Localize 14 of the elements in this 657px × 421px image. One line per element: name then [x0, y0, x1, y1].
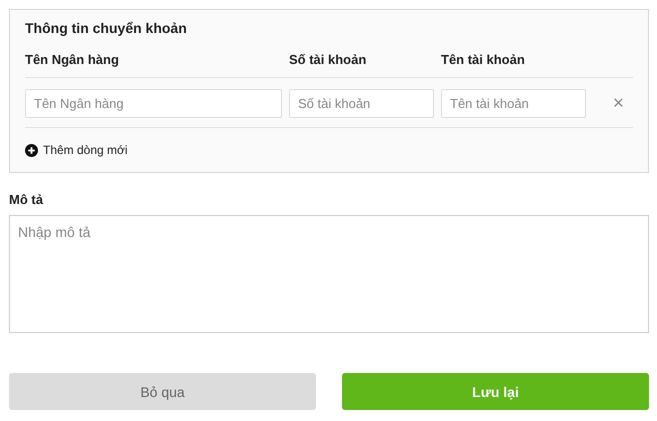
account-number-field[interactable]: Số tài khoản — [289, 89, 434, 118]
description-label: Mô tả — [9, 192, 44, 207]
description-field[interactable]: Nhập mô tả — [9, 215, 649, 333]
column-header: Tên Ngân hàng — [25, 52, 120, 67]
section-title: Thông tin chuyển khoản — [25, 20, 188, 38]
add-row-button[interactable]: Thêm dòng mới — [25, 143, 128, 157]
column-header: Tên tài khoản — [441, 52, 526, 67]
account-name-field[interactable]: Tên tài khoản — [441, 89, 586, 118]
remove-row-button[interactable]: × — [608, 94, 628, 113]
plus-circle-icon — [25, 144, 38, 156]
cancel-button[interactable]: Bỏ qua — [9, 373, 316, 410]
save-button[interactable]: Lưu lại — [342, 373, 649, 410]
bank-name-field[interactable]: Tên Ngân hàng — [25, 89, 282, 118]
column-header: Số tài khoản — [289, 52, 368, 67]
